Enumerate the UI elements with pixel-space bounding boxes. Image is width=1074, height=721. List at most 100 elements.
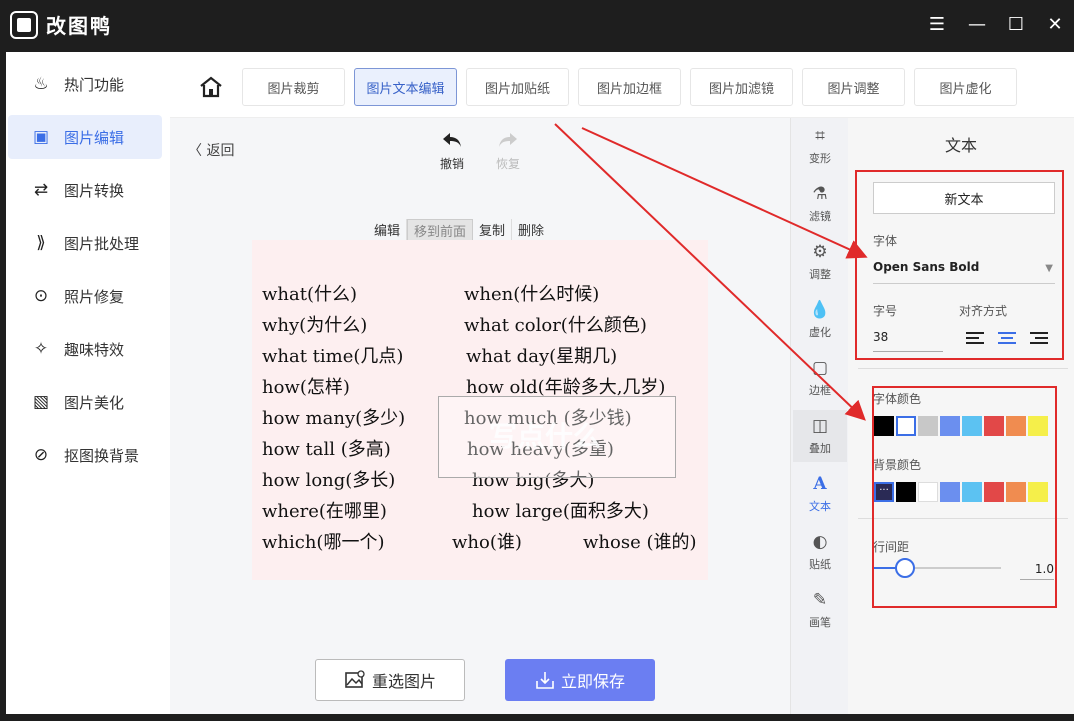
word-entry: what time(几点) bbox=[262, 346, 404, 367]
image-preview[interactable]: what(什么) when(什么时候) why(为什么) what color(什么颜… bbox=[252, 240, 708, 580]
undo-button[interactable]: 撤销 bbox=[432, 130, 472, 172]
tool-adjust[interactable]: ⚙ 调整 bbox=[793, 236, 847, 288]
beautify-icon: ▧ bbox=[32, 392, 50, 412]
app-title: 改图鸭 bbox=[46, 14, 112, 38]
tab-bar: 图片裁剪 图片文本编辑 图片加贴纸 图片加边框 图片加滤镜 图片调整 图片虚化 bbox=[170, 52, 1074, 118]
word-entry: which(哪一个) bbox=[262, 532, 385, 553]
tool-sticker[interactable]: ◐ 贴纸 bbox=[793, 526, 847, 578]
word-entry: why(为什么) bbox=[262, 315, 368, 336]
tool-blur[interactable]: 💧 虚化 bbox=[793, 294, 847, 346]
overlay-icon: ◫ bbox=[811, 416, 829, 436]
window-frame-bottom bbox=[0, 714, 1074, 721]
word-entry: how tall (多高) bbox=[262, 439, 391, 460]
tab-0[interactable]: 图片裁剪 bbox=[242, 68, 345, 106]
tool-label: 虚化 bbox=[809, 326, 831, 339]
batch-icon: ⟫ bbox=[36, 233, 46, 253]
tab-5[interactable]: 图片调整 bbox=[802, 68, 905, 106]
divider bbox=[858, 368, 1068, 369]
tab-1[interactable]: 图片文本编辑 bbox=[354, 68, 457, 106]
tool-label: 叠加 bbox=[809, 442, 831, 455]
sidebar-item-6[interactable]: ▧ 图片美化 bbox=[8, 380, 162, 424]
back-button[interactable]: 〈 返回 bbox=[188, 140, 234, 160]
sidebar-item-5[interactable]: ✧ 趣味特效 bbox=[8, 327, 162, 371]
crop-icon: ⌗ bbox=[815, 126, 825, 146]
tool-border[interactable]: ▢ 边框 bbox=[793, 352, 847, 404]
tool-crop[interactable]: ⌗ 变形 bbox=[793, 120, 847, 172]
blur-icon: 💧 bbox=[809, 300, 831, 320]
tool-brush[interactable]: ✎ 画笔 bbox=[793, 584, 847, 636]
sidebar-item-label: 趣味特效 bbox=[64, 340, 125, 359]
flame-icon: ♨ bbox=[33, 74, 49, 94]
sidebar-item-3[interactable]: ⟫ 图片批处理 bbox=[8, 221, 162, 265]
text-overlay-box[interactable]: 写点什么 bbox=[438, 396, 676, 478]
word-entry: who(谁) bbox=[452, 532, 522, 553]
sidebar-item-7[interactable]: ⊘ 抠图换背景 bbox=[8, 433, 162, 477]
convert-icon: ⇄ bbox=[33, 180, 49, 200]
word-entry: what(什么) bbox=[262, 284, 358, 305]
home-icon[interactable] bbox=[198, 74, 224, 100]
chevron-left-icon: 〈 bbox=[188, 143, 207, 159]
menu-icon[interactable]: ☰ bbox=[922, 10, 952, 40]
tool-filter[interactable]: ⚗ 滤镜 bbox=[793, 178, 847, 230]
repair-icon: ⊙ bbox=[33, 286, 49, 306]
canvas-area: 〈 返回 撤销 恢复 编辑 移到前面 复制 删除 what(什么) when(什么… bbox=[170, 118, 790, 714]
minimize-button[interactable]: — bbox=[962, 10, 992, 40]
app-logo-icon bbox=[10, 11, 38, 39]
tool-label: 变形 bbox=[809, 152, 831, 165]
close-button[interactable]: ✕ bbox=[1040, 10, 1070, 40]
filter-icon: ⚗ bbox=[812, 184, 828, 204]
sidebar-item-label: 热门功能 bbox=[64, 75, 125, 94]
border-icon: ▢ bbox=[811, 358, 829, 378]
reselect-image-button[interactable]: 重选图片 bbox=[315, 659, 465, 701]
sidebar-item-label: 图片编辑 bbox=[64, 128, 125, 147]
download-icon bbox=[536, 672, 554, 689]
tool-label: 调整 bbox=[809, 268, 831, 281]
word-entry: where(在哪里) bbox=[262, 501, 387, 522]
title-bar: 改图鸭 ☰ — ☐ ✕ bbox=[0, 0, 1074, 52]
tab-4[interactable]: 图片加滤镜 bbox=[690, 68, 793, 106]
word-entry: what color(什么颜色) bbox=[464, 315, 647, 336]
word-entry: whose (谁的) bbox=[583, 532, 697, 553]
image-icon bbox=[345, 670, 365, 688]
word-entry: how(怎样) bbox=[262, 377, 350, 398]
tab-3[interactable]: 图片加边框 bbox=[578, 68, 681, 106]
sidebar-item-label: 抠图换背景 bbox=[64, 446, 140, 465]
tool-label: 滤镜 bbox=[809, 210, 831, 223]
tool-column: ⌗ 变形 ⚗ 滤镜 ⚙ 调整 💧 虚化 ▢ 边框 ◫ 叠加 A 文本 ◐ 贴纸 ✎ 画笔 bbox=[790, 118, 848, 714]
image-edit-icon: ▣ bbox=[32, 127, 50, 147]
word-entry: when(什么时候) bbox=[464, 284, 600, 305]
save-button[interactable]: 立即保存 bbox=[505, 659, 655, 701]
tool-overlay[interactable]: ◫ 叠加 bbox=[793, 410, 847, 462]
sidebar-item-1[interactable]: ▣ 图片编辑 bbox=[8, 115, 162, 159]
text-icon: A bbox=[813, 474, 827, 494]
brush-icon: ✎ bbox=[812, 590, 828, 610]
word-entry: how many(多少) bbox=[262, 408, 406, 429]
sidebar-item-label: 图片美化 bbox=[64, 393, 125, 412]
annotation-box-font bbox=[855, 170, 1064, 360]
cutout-icon: ⊘ bbox=[33, 445, 49, 465]
redo-button[interactable]: 恢复 bbox=[488, 130, 528, 172]
word-entry: what day(星期几) bbox=[466, 346, 618, 367]
tab-2[interactable]: 图片加贴纸 bbox=[466, 68, 569, 106]
annotation-box-colors bbox=[872, 386, 1057, 608]
tool-label: 贴纸 bbox=[809, 558, 831, 571]
sidebar-item-label: 图片批处理 bbox=[64, 234, 140, 253]
tool-label: 画笔 bbox=[809, 616, 831, 629]
sparkle-icon: ✧ bbox=[33, 339, 49, 359]
sidebar-item-2[interactable]: ⇄ 图片转换 bbox=[8, 168, 162, 212]
sidebar-item-label: 照片修复 bbox=[64, 287, 125, 306]
tool-label: 边框 bbox=[809, 384, 831, 397]
word-entry: how large(面积多大) bbox=[472, 501, 649, 522]
tool-text[interactable]: A 文本 bbox=[793, 468, 847, 520]
maximize-button[interactable]: ☐ bbox=[1001, 10, 1031, 40]
sidebar: ♨ 热门功能 ▣ 图片编辑 ⇄ 图片转换 ⟫ 图片批处理 ⊙ 照片修复 ✧ 趣味特效 ▧ 图片美化 ⊘ 抠图换… bbox=[6, 52, 170, 714]
overlay-text: 写点什么 bbox=[489, 420, 602, 453]
adjust-icon: ⚙ bbox=[812, 242, 828, 262]
tool-label: 文本 bbox=[809, 500, 831, 513]
undo-icon bbox=[443, 133, 461, 147]
word-entry: how long(多长) bbox=[262, 470, 396, 491]
sticker-icon: ◐ bbox=[812, 532, 828, 552]
tab-6[interactable]: 图片虚化 bbox=[914, 68, 1017, 106]
sidebar-item-4[interactable]: ⊙ 照片修复 bbox=[8, 274, 162, 318]
sidebar-item-0[interactable]: ♨ 热门功能 bbox=[8, 62, 162, 106]
